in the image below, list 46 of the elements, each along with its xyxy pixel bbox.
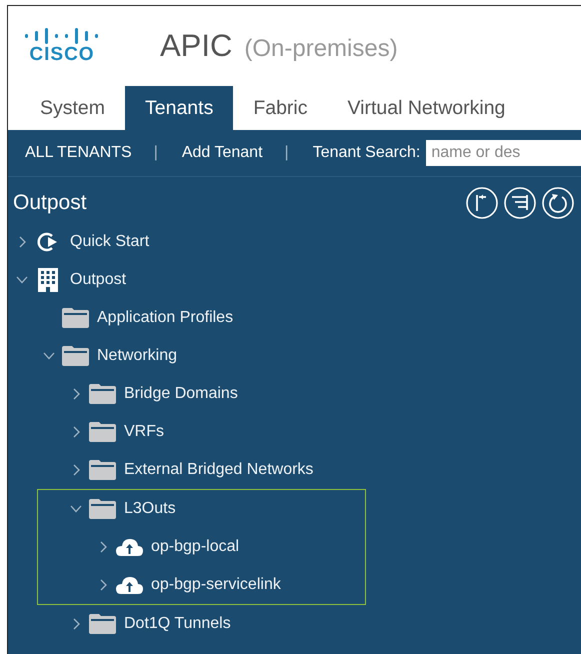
logo-bars-icon	[23, 27, 101, 45]
toolbar-link[interactable]: ALL TENANTS	[25, 144, 132, 162]
app-subtitle: (On-premises)	[244, 35, 398, 63]
logo-text: CISCO	[29, 45, 95, 65]
chevron-right-icon[interactable]	[72, 618, 80, 630]
folder-icon	[88, 384, 116, 404]
panel-title: Outpost	[13, 191, 87, 215]
nav-tab[interactable]: Tenants	[125, 86, 234, 130]
separator: |	[154, 144, 158, 162]
chevron-down-icon[interactable]	[70, 505, 82, 513]
app-title: APIC	[160, 28, 232, 64]
tree-item[interactable]: Dot1Q Tunnels	[124, 615, 231, 633]
chevron-right-icon[interactable]	[72, 388, 80, 400]
search-label: Tenant Search:	[312, 144, 420, 162]
chevron-down-icon[interactable]	[43, 352, 55, 360]
list-icon[interactable]	[503, 186, 537, 220]
cloud-upload-icon	[116, 537, 142, 557]
tree-item[interactable]: Quick Start	[70, 233, 150, 251]
chevron-right-icon[interactable]	[100, 541, 106, 553]
chevron-right-icon[interactable]	[72, 464, 80, 476]
building-icon	[37, 268, 59, 292]
chevron-down-icon[interactable]	[16, 276, 28, 284]
tree-item[interactable]: Outpost	[70, 271, 126, 289]
folder-icon	[88, 460, 116, 480]
chevron-right-icon[interactable]	[72, 426, 80, 438]
tree-item[interactable]: Bridge Domains	[124, 385, 238, 403]
search-field[interactable]: name or des	[426, 140, 581, 166]
folder-icon	[62, 308, 88, 328]
chevron-right-icon[interactable]	[100, 579, 106, 591]
folder-icon	[88, 499, 116, 519]
tree-item[interactable]: op-bgp-servicelink	[151, 576, 281, 594]
tree-item[interactable]: Networking	[97, 347, 178, 365]
folder-icon	[88, 614, 116, 634]
tree-item[interactable]: Application Profiles	[97, 309, 234, 327]
cloud-upload-icon	[116, 575, 142, 595]
folder-icon	[88, 422, 116, 442]
refresh-icon[interactable]	[541, 186, 575, 220]
tree-item[interactable]: VRFs	[124, 423, 164, 441]
separator: |	[284, 144, 289, 162]
tree-item[interactable]: op-bgp-local	[151, 538, 240, 556]
chevron-right-icon[interactable]	[18, 236, 26, 248]
tree-item[interactable]: L3Outs	[124, 500, 176, 518]
tree-item[interactable]: External Bridged Networks	[124, 461, 314, 479]
folder-icon	[62, 346, 88, 366]
collapse-icon[interactable]	[465, 186, 499, 220]
toolbar-link[interactable]: Add Tenant	[182, 144, 263, 162]
